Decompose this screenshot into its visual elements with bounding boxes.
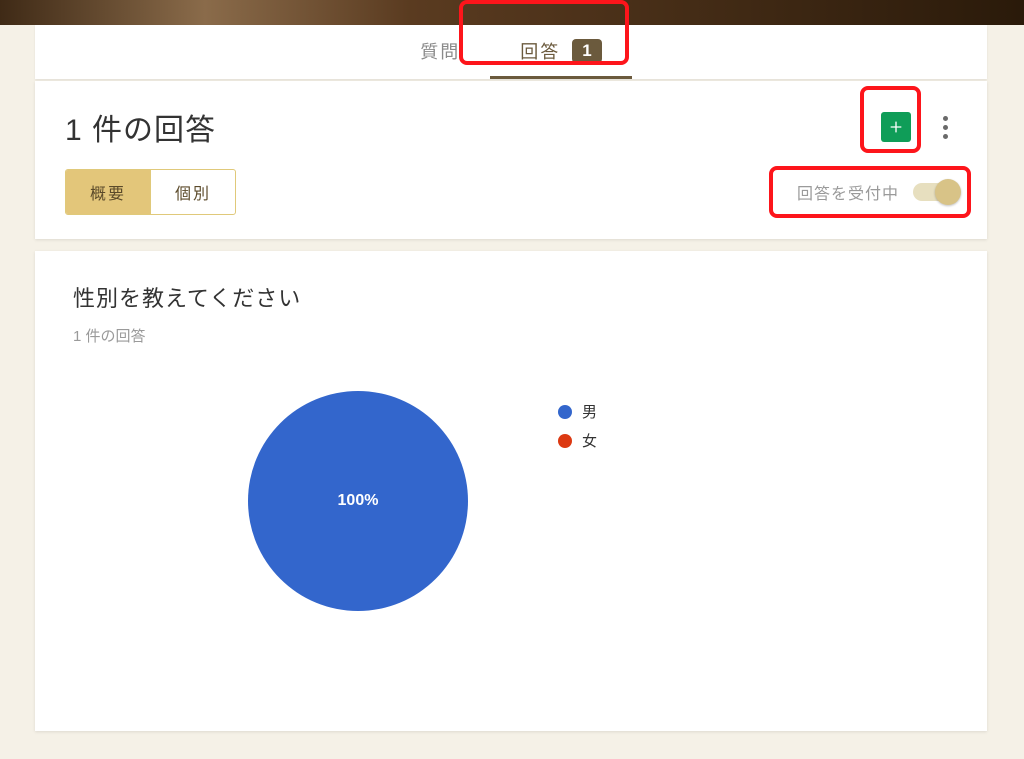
form-tab-bar: 質問 回答 1 [35, 25, 987, 79]
responses-header-card: 1 件の回答 概要 [35, 81, 987, 239]
form-hero-strip [0, 0, 1024, 25]
question-response-count: 1 件の回答 [73, 325, 949, 346]
legend-item-female: 女 [558, 430, 597, 451]
pie-chart-region: 100% 男 女 [73, 391, 949, 611]
accepting-responses-toggle[interactable] [913, 183, 957, 201]
tab-questions[interactable]: 質問 [390, 25, 490, 79]
kebab-dot-icon [943, 125, 948, 130]
legend-label: 女 [582, 430, 597, 451]
tab-responses[interactable]: 回答 1 [490, 25, 631, 79]
question-title: 性別を教えてください [73, 281, 949, 313]
legend-label: 男 [582, 401, 597, 422]
tab-responses-label: 回答 [520, 38, 560, 64]
responses-title: 1 件の回答 [65, 105, 216, 149]
responses-count-badge: 1 [572, 39, 601, 63]
chart-legend: 男 女 [558, 401, 597, 451]
legend-dot-icon [558, 405, 572, 419]
create-spreadsheet-button[interactable] [881, 112, 911, 142]
pie-chart: 100% [248, 391, 468, 611]
view-tab-summary-label: 概要 [90, 186, 126, 203]
legend-dot-icon [558, 434, 572, 448]
sheets-icon [888, 119, 904, 135]
accepting-responses-label: 回答を受付中 [797, 180, 899, 204]
view-tab-individual-label: 個別 [175, 186, 211, 203]
more-options-button[interactable] [933, 115, 957, 139]
view-tab-summary[interactable]: 概要 [66, 170, 150, 214]
tab-questions-label: 質問 [420, 38, 460, 64]
kebab-dot-icon [943, 134, 948, 139]
legend-item-male: 男 [558, 401, 597, 422]
toggle-knob-icon [935, 179, 961, 205]
pie-center-label: 100% [338, 492, 379, 510]
view-tab-individual[interactable]: 個別 [150, 170, 235, 214]
kebab-dot-icon [943, 116, 948, 121]
question-response-card: 性別を教えてください 1 件の回答 100% 男 女 [35, 251, 987, 731]
view-mode-tabs: 概要 個別 [65, 169, 236, 215]
